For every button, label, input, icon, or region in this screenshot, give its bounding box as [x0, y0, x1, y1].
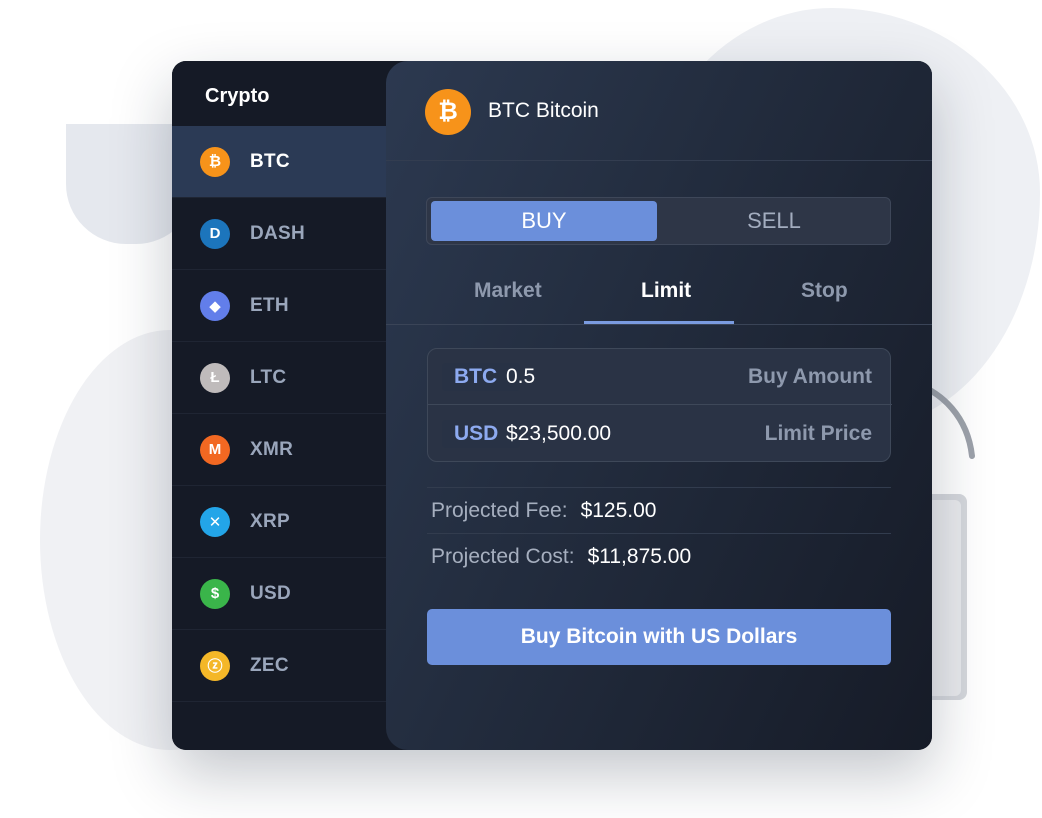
- ethereum-icon: ◆: [200, 290, 230, 321]
- panel-header: ₿ BTC Bitcoin: [386, 61, 932, 161]
- active-tab-indicator: [584, 321, 734, 324]
- amount-label: Buy Amount: [747, 364, 872, 388]
- zcash-icon: ⓩ: [200, 650, 230, 681]
- sidebar-item-usd[interactable]: $ USD: [172, 558, 412, 630]
- sidebar-item-label: ZEC: [250, 654, 289, 676]
- buy-amount-field[interactable]: BTC 0.5 Buy Amount: [428, 349, 892, 405]
- trade-panel: ₿ BTC Bitcoin BUY SELL Market Limit Stop…: [386, 61, 932, 750]
- order-type-tabs: Market Limit Stop: [386, 265, 932, 325]
- amount-value[interactable]: 0.5: [506, 365, 535, 389]
- projected-cost-row: Projected Cost: $11,875.00: [427, 533, 891, 579]
- sidebar: Crypto ₿ BTC D DASH ◆ ETH Ł LTC M XMR ✕ XRP $ USD ⓩ ZEC: [172, 61, 412, 750]
- sidebar-item-label: XMR: [250, 438, 294, 460]
- limit-price-field[interactable]: USD $23,500.00 Limit Price: [428, 406, 892, 462]
- fee-value: $125.00: [580, 498, 657, 522]
- price-label: Limit Price: [764, 422, 872, 445]
- sell-button[interactable]: SELL: [661, 201, 887, 241]
- litecoin-icon: Ł: [200, 362, 230, 393]
- sidebar-item-dash[interactable]: D DASH: [172, 198, 412, 270]
- order-summary: Projected Fee: $125.00 Projected Cost: $…: [427, 487, 891, 579]
- tab-stop[interactable]: Stop: [801, 279, 848, 303]
- sidebar-item-label: BTC: [250, 150, 290, 172]
- price-value[interactable]: $23,500.00: [506, 422, 611, 446]
- buy-button[interactable]: BUY: [431, 201, 657, 241]
- sidebar-list: ₿ BTC D DASH ◆ ETH Ł LTC M XMR ✕ XRP $ USD ⓩ ZEC: [172, 126, 412, 702]
- sidebar-item-label: XRP: [250, 510, 290, 532]
- sidebar-item-label: DASH: [250, 222, 306, 244]
- bitcoin-icon: ₿: [425, 89, 471, 135]
- buy-sell-toggle: BUY SELL: [426, 197, 891, 245]
- dollar-icon: $: [200, 578, 230, 609]
- sidebar-item-btc[interactable]: ₿ BTC: [172, 126, 412, 198]
- fee-label: Projected Fee:: [431, 498, 568, 522]
- sidebar-title: Crypto: [205, 85, 270, 107]
- buy-bitcoin-button[interactable]: Buy Bitcoin with US Dollars: [427, 609, 891, 665]
- tab-limit[interactable]: Limit: [641, 279, 691, 303]
- monero-icon: M: [200, 434, 230, 465]
- cost-label: Projected Cost:: [431, 544, 575, 568]
- sidebar-item-zec[interactable]: ⓩ ZEC: [172, 630, 412, 702]
- sidebar-item-label: LTC: [250, 366, 287, 388]
- bitcoin-icon: ₿: [200, 146, 230, 177]
- tab-market[interactable]: Market: [474, 279, 542, 303]
- page-title: BTC Bitcoin: [488, 99, 599, 122]
- sidebar-item-xmr[interactable]: M XMR: [172, 414, 412, 486]
- sidebar-item-eth[interactable]: ◆ ETH: [172, 270, 412, 342]
- sidebar-item-label: ETH: [250, 294, 289, 316]
- sidebar-item-xrp[interactable]: ✕ XRP: [172, 486, 412, 558]
- app-window: Crypto ₿ BTC D DASH ◆ ETH Ł LTC M XMR ✕ XRP $ USD ⓩ ZEC…: [172, 61, 932, 750]
- cost-value: $11,875.00: [587, 544, 692, 568]
- sidebar-item-label: USD: [250, 582, 292, 604]
- ripple-icon: ✕: [200, 506, 230, 537]
- projected-fee-row: Projected Fee: $125.00: [427, 487, 891, 533]
- sidebar-item-ltc[interactable]: Ł LTC: [172, 342, 412, 414]
- dash-icon: D: [200, 218, 230, 249]
- order-inputs: BTC 0.5 Buy Amount USD $23,500.00 Limit …: [427, 348, 892, 462]
